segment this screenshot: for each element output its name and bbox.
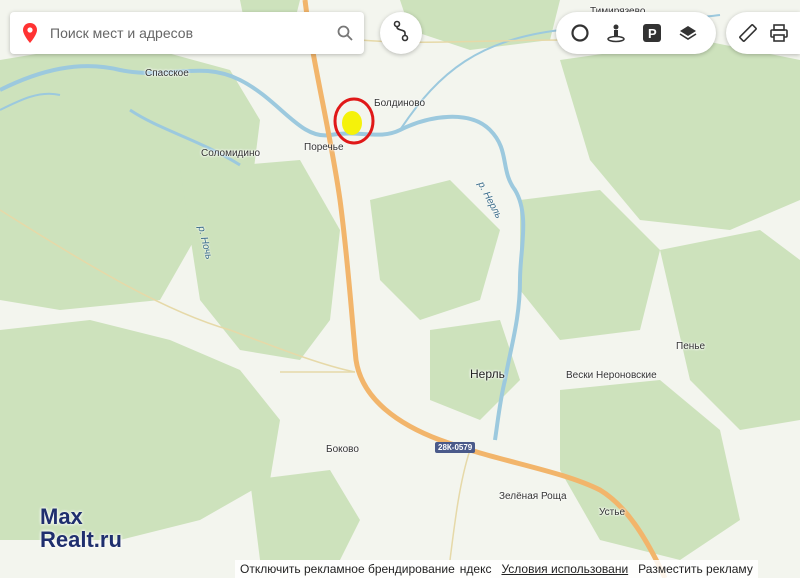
place-label: Боково — [326, 444, 359, 455]
panorama-icon[interactable] — [598, 12, 634, 54]
map-layers-toolbar: P — [556, 12, 716, 54]
svg-text:P: P — [648, 26, 657, 41]
place-label: Устье — [599, 507, 626, 518]
print-icon[interactable] — [763, 12, 794, 54]
route-icon — [391, 20, 411, 47]
map-canvas[interactable] — [0, 0, 800, 578]
parking-icon[interactable]: P — [634, 12, 670, 54]
route-button[interactable] — [380, 12, 422, 54]
logo-line-2: Realt.ru — [40, 527, 122, 552]
place-label: Пенье — [676, 341, 706, 352]
map-footer: Отключить рекламное брендирование ндекс … — [0, 560, 800, 578]
logo-line-1: Max — [40, 504, 83, 529]
maxrealt-logo: Max Realt.ru — [40, 505, 122, 551]
place-label: Нерль — [470, 367, 505, 381]
place-label: Вески Нероновские — [566, 370, 657, 381]
place-label: Зелёная Роща — [499, 491, 567, 502]
road-number-badge: 28К-0579 — [435, 442, 476, 453]
ruler-icon[interactable] — [732, 12, 763, 54]
map-pin-icon — [10, 12, 50, 54]
map-tools-toolbar — [726, 12, 800, 54]
search-box[interactable] — [10, 12, 364, 54]
highlight-area — [342, 111, 362, 135]
search-input[interactable] — [50, 25, 326, 41]
traffic-icon[interactable] — [562, 12, 598, 54]
terms-link[interactable]: Условия использовани — [496, 560, 634, 578]
layers-icon[interactable] — [670, 12, 706, 54]
search-icon[interactable] — [326, 12, 364, 54]
place-label: Спасское — [145, 68, 189, 79]
place-label: Соломидино — [201, 148, 261, 159]
place-label: Болдиново — [374, 98, 426, 109]
place-label: Поречье — [304, 142, 344, 153]
disable-ads-link[interactable]: Отключить рекламное брендирование — [235, 560, 460, 578]
yandex-brand: ндекс — [459, 560, 497, 578]
place-ad-link[interactable]: Разместить рекламу — [633, 560, 758, 578]
